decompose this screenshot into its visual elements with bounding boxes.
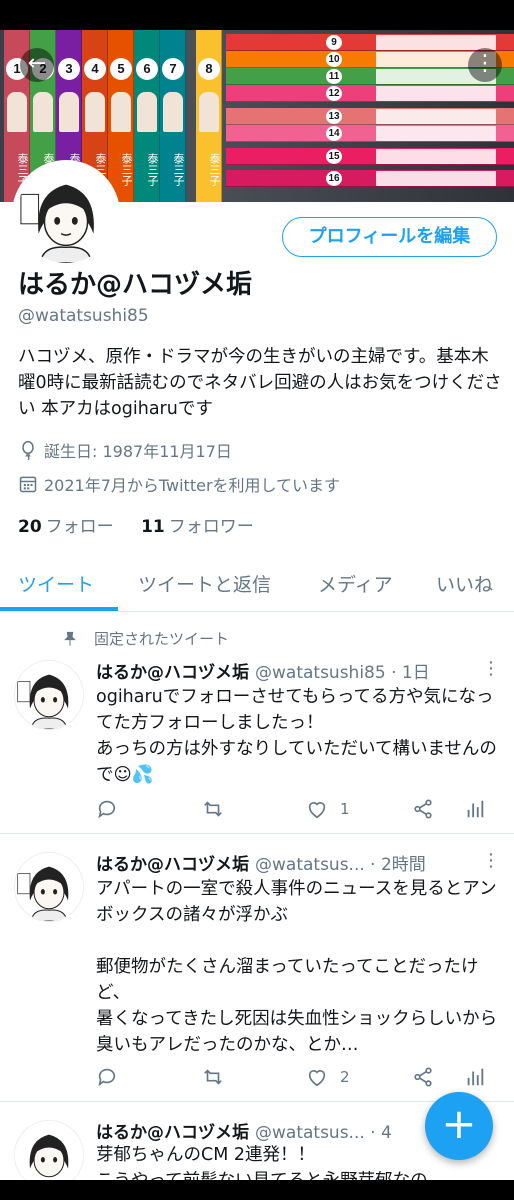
- compose-tweet-button[interactable]: +: [425, 1092, 493, 1160]
- tab-media[interactable]: メディア: [318, 570, 393, 597]
- tweet-header: はるか@ハコヅメ垢 @watatsus... · 4: [96, 1118, 426, 1143]
- navigation-bar: [0, 1180, 514, 1200]
- emoji: ☺💦: [113, 765, 154, 785]
- book-spine: 6 泰三子: [134, 30, 160, 202]
- edit-profile-button[interactable]: プロフィールを編集: [282, 217, 497, 257]
- book-spine: 7 泰三子: [160, 30, 186, 202]
- pinned-indicator: 固定されたツイート: [62, 628, 229, 649]
- reply-icon[interactable]: [96, 798, 118, 820]
- tweet-header: はるか@ハコヅメ垢 @watatsushi85 · 1日: [96, 658, 486, 683]
- avatar-illustration: [17, 165, 115, 263]
- tweet-actions: 1: [96, 798, 496, 822]
- balloon-icon: [22, 440, 34, 460]
- status-bar: [0, 0, 514, 30]
- share-icon[interactable]: [412, 1066, 434, 1088]
- profile-tabs: ツイート ツイートと返信 メディア いいね: [0, 558, 514, 612]
- heart-icon: [308, 802, 326, 819]
- reply-icon[interactable]: [96, 1066, 118, 1088]
- retweet-icon[interactable]: [202, 798, 224, 820]
- book-spine: 13: [226, 108, 514, 125]
- joined-text: 2021年7月からTwitterを利用しています: [44, 476, 341, 495]
- tweet-more-icon[interactable]: ⋮: [482, 658, 500, 679]
- profile-name: はるか@ハコヅメ垢: [18, 270, 253, 300]
- book-spine: 12: [226, 85, 514, 102]
- book-spine: 16: [226, 170, 514, 187]
- followers-count[interactable]: 11: [141, 517, 165, 537]
- book-spine: 15: [226, 148, 514, 165]
- more-vertical-icon[interactable]: ⋮: [468, 48, 502, 82]
- pinned-label: 固定されたツイート: [94, 630, 230, 648]
- like-button[interactable]: 2: [306, 1066, 350, 1088]
- avatar[interactable]: [12, 160, 120, 268]
- tweet-meta: @watatsus... · 2時間: [255, 855, 426, 875]
- book-spine: 9: [226, 34, 514, 51]
- birthday-row: 誕生日: 1987年11月17日: [18, 438, 232, 462]
- book-spine: 8 泰三子: [196, 30, 222, 202]
- avatar-illustration: [15, 661, 83, 729]
- avatar-illustration: [15, 853, 83, 921]
- following-count[interactable]: 20: [18, 517, 42, 537]
- profile-handle: @watatsushi85: [18, 306, 149, 326]
- tweet-avatar[interactable]: [14, 852, 84, 922]
- like-count: 2: [340, 1068, 350, 1086]
- tweet-avatar[interactable]: [14, 660, 84, 730]
- avatar-illustration: [15, 1121, 83, 1189]
- tweet-text: アパートの一室で殺人事件のニュースを見るとアンボックスの諸々が浮かぶ 郵便物がた…: [96, 879, 498, 1055]
- pin-icon: [64, 631, 76, 646]
- like-button[interactable]: 1: [306, 798, 350, 820]
- tweet-actions: 2: [96, 1066, 496, 1090]
- like-count: 1: [340, 800, 350, 818]
- tab-tweets-replies[interactable]: ツイートと返信: [138, 570, 271, 597]
- heart-icon: [308, 1070, 326, 1087]
- joined-row: 2021年7月からTwitterを利用しています: [18, 472, 340, 496]
- tweet-text: ogiharuでフォローさせてもらってる方や気になってた方フォローしましたっ！ …: [96, 687, 497, 785]
- retweet-icon[interactable]: [202, 1066, 224, 1088]
- follow-stats: 20 フォロー 11 フォロワー: [18, 512, 254, 537]
- back-arrow-icon[interactable]: ←: [20, 48, 54, 82]
- profile-bio: ハコヅメ、原作・ドラマが今の生きがいの主婦です。基本木曜0時に最新話読むのでネタ…: [18, 347, 502, 419]
- tweet-header: はるか@ハコヅメ垢 @watatsus... · 2時間: [96, 850, 486, 875]
- analytics-icon[interactable]: [464, 1066, 486, 1088]
- book-spine: 14: [226, 125, 514, 142]
- share-icon[interactable]: [412, 798, 434, 820]
- following-label[interactable]: フォロー: [46, 517, 114, 537]
- active-tab-indicator: [0, 607, 118, 611]
- tweet-meta: @watatsushi85 · 1日: [255, 663, 430, 683]
- analytics-icon[interactable]: [464, 798, 486, 820]
- tweet-meta: @watatsus... · 4: [255, 1123, 392, 1143]
- calendar-icon: [19, 476, 37, 493]
- tweet-author[interactable]: はるか@ハコヅメ垢: [96, 1123, 249, 1143]
- tweet-more-icon[interactable]: ⋮: [482, 850, 500, 871]
- birthday-text: 誕生日: 1987年11月17日: [44, 442, 232, 461]
- book-spine: 5 泰三子: [108, 30, 134, 202]
- tweet-author[interactable]: はるか@ハコヅメ垢: [96, 663, 249, 683]
- tab-likes[interactable]: いいね: [436, 570, 493, 597]
- tab-tweets[interactable]: ツイート: [18, 570, 94, 597]
- tweet-author[interactable]: はるか@ハコヅメ垢: [96, 855, 249, 875]
- followers-label[interactable]: フォロワー: [169, 517, 254, 537]
